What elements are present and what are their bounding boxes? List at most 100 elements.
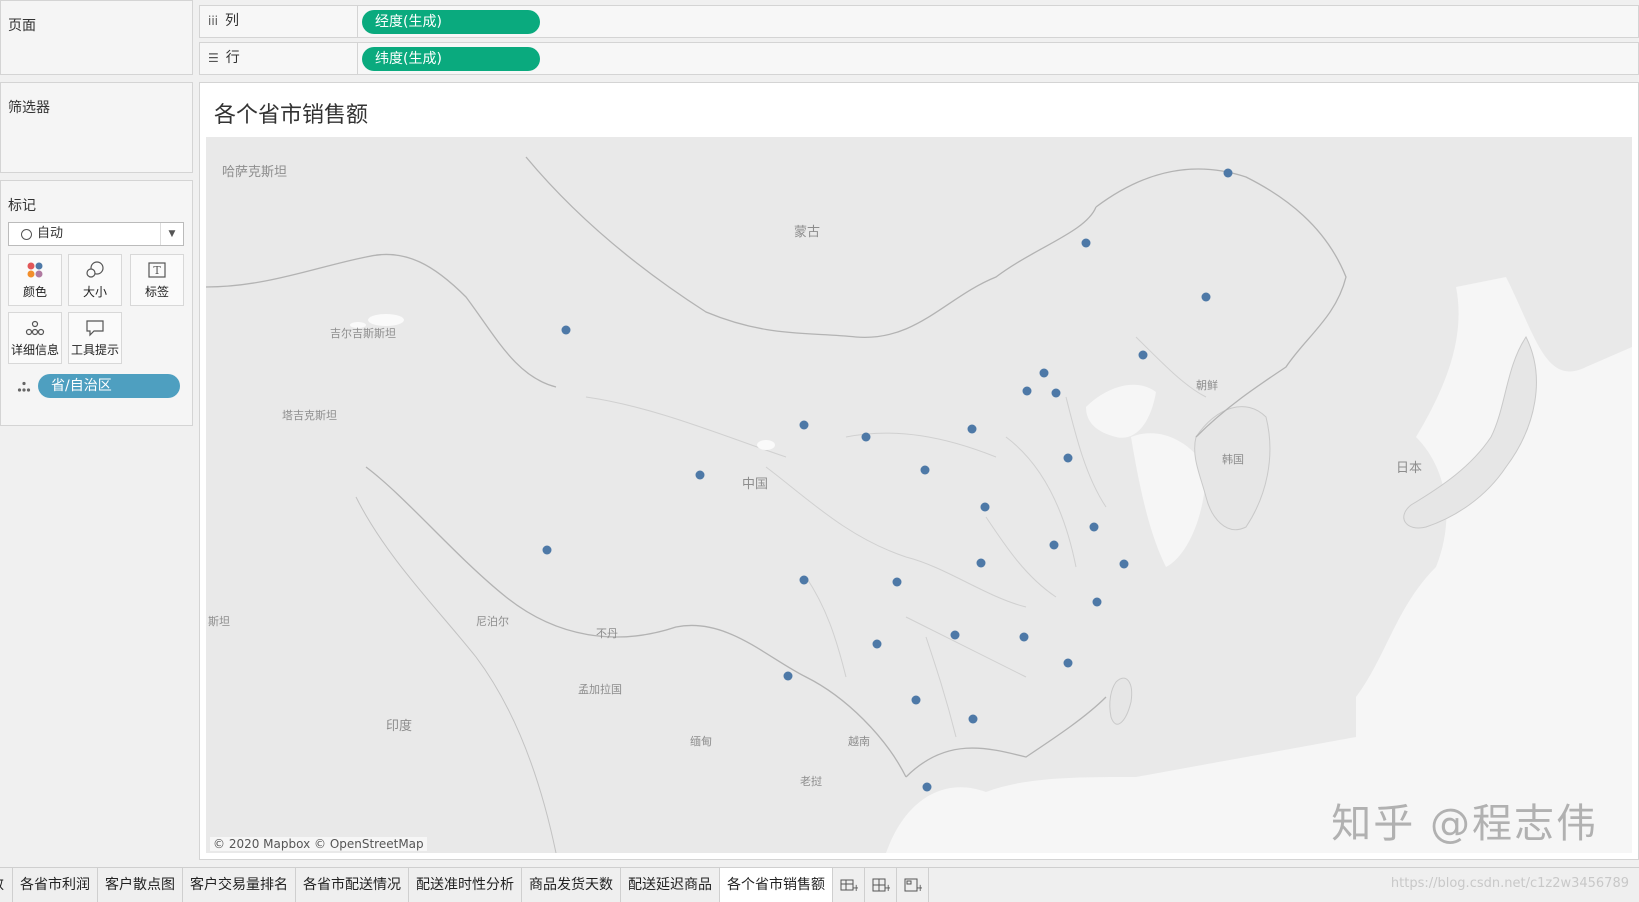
map[interactable]: 哈萨克斯坦 蒙古 吉尔吉斯斯坦 塔吉克斯坦 中国 朝鲜 韩国 日本 尼泊尔 不丹… (206, 137, 1632, 853)
border-india (355, 496, 557, 853)
province-point[interactable] (1138, 350, 1148, 360)
map-attribution[interactable]: © 2020 Mapbox © OpenStreetMap (210, 837, 427, 851)
sheet-tab-active[interactable]: 各个省市销售额 (720, 868, 833, 902)
sheet-tab[interactable]: 各省市利润 (13, 868, 98, 902)
sheet-tab-bar: 数 各省市利润 客户散点图 客户交易量排名 各省市配送情况 配送准时性分析 商品… (0, 867, 1639, 902)
mark-type-value: 自动 (37, 226, 64, 241)
sheet-tab[interactable]: 各省市配送情况 (296, 868, 409, 902)
province-point[interactable] (1081, 238, 1091, 248)
province-point[interactable] (1063, 453, 1073, 463)
color-icon (9, 255, 61, 281)
province-lines-a (585, 396, 1077, 678)
columns-shelf-label: iii 列 (200, 6, 358, 37)
mark-type-dropdown[interactable]: 自动 ▼ (8, 222, 184, 246)
province-point[interactable] (1201, 292, 1211, 302)
province-point[interactable] (920, 465, 930, 475)
map-label: 韩国 (1222, 453, 1244, 466)
svg-text:+: + (884, 883, 890, 893)
map-label: 缅甸 (690, 735, 712, 748)
new-dashboard-icon[interactable]: + (865, 868, 897, 902)
map-label: 朝鲜 (1196, 379, 1218, 392)
province-point[interactable] (967, 424, 977, 434)
province-point[interactable] (1051, 388, 1061, 398)
sea-east (1356, 277, 1632, 853)
sheet-tab[interactable]: 客户交易量排名 (183, 868, 296, 902)
map-label: 越南 (848, 735, 870, 748)
detail-label: 详细信息 (10, 343, 59, 357)
circle-icon (21, 229, 32, 240)
province-point[interactable] (799, 420, 809, 430)
filters-title: 筛选器 (8, 100, 50, 116)
svg-text:+: + (852, 883, 858, 893)
province-point[interactable] (968, 714, 978, 724)
columns-label: 列 (225, 13, 240, 29)
filters-card[interactable]: 筛选器 (0, 82, 193, 173)
border-mongolia (525, 156, 1097, 338)
map-label: 斯坦 (208, 615, 230, 628)
map-canvas (206, 156, 1632, 853)
map-label: 塔吉克斯坦 (282, 409, 337, 422)
province-point[interactable] (1019, 632, 1029, 642)
province-point[interactable] (911, 695, 921, 705)
label-icon: T (131, 255, 183, 281)
province-field-pill[interactable]: 省/自治区 (38, 374, 180, 398)
svg-text:+: + (916, 883, 922, 893)
tooltip-label: 工具提示 (70, 343, 119, 357)
province-point[interactable] (799, 575, 809, 585)
sheet-tab[interactable]: 商品发货天数 (522, 868, 621, 902)
bohai-sea (1086, 384, 1156, 438)
columns-shelf[interactable]: iii 列 经度(生成) (199, 5, 1639, 38)
map-label: 中国 (742, 477, 769, 492)
province-point[interactable] (976, 558, 986, 568)
province-point[interactable] (892, 577, 902, 587)
sheet-tab[interactable]: 客户散点图 (98, 868, 183, 902)
sheet-title: 各个省市销售额 (214, 103, 369, 128)
columns-icon: iii (208, 14, 219, 28)
province-point[interactable] (1022, 386, 1032, 396)
province-point[interactable] (1039, 368, 1049, 378)
map-label: 孟加拉国 (578, 683, 622, 696)
province-point[interactable] (872, 639, 882, 649)
sheet-tab[interactable]: 配送延迟商品 (621, 868, 720, 902)
chevron-down-icon[interactable]: ▼ (160, 223, 183, 245)
pages-title: 页面 (8, 18, 36, 34)
province-point[interactable] (1092, 597, 1102, 607)
sheet-tab[interactable]: 数 (0, 868, 13, 902)
label-button[interactable]: T 标签 (130, 254, 184, 306)
province-point[interactable] (1119, 559, 1129, 569)
sheet-tabs: 数 各省市利润 客户散点图 客户交易量排名 各省市配送情况 配送准时性分析 商品… (0, 868, 929, 902)
rows-icon: ☰ (208, 51, 219, 65)
pages-card: 页面 (0, 0, 193, 75)
province-point[interactable] (861, 432, 871, 442)
province-point[interactable] (980, 502, 990, 512)
sheet-tab[interactable]: 配送准时性分析 (409, 868, 522, 902)
province-point[interactable] (1223, 168, 1233, 178)
svg-text:T: T (153, 264, 161, 277)
latitude-pill[interactable]: 纬度(生成) (362, 47, 540, 71)
province-point[interactable] (1089, 522, 1099, 532)
province-point[interactable] (1063, 658, 1073, 668)
rows-shelf-label: ☰ 行 (200, 43, 358, 74)
longitude-pill[interactable]: 经度(生成) (362, 10, 540, 34)
new-story-icon[interactable]: + (897, 868, 929, 902)
rows-shelf[interactable]: ☰ 行 纬度(生成) (199, 42, 1639, 75)
tooltip-button[interactable]: 工具提示 (68, 312, 122, 364)
new-worksheet-icon[interactable]: + (833, 868, 865, 902)
map-label: 哈萨克斯坦 (222, 165, 288, 180)
detail-icon (9, 313, 61, 339)
detail-type-icon (17, 378, 31, 397)
province-point[interactable] (922, 782, 932, 792)
province-point[interactable] (1049, 540, 1059, 550)
province-point[interactable] (783, 671, 793, 681)
marks-title: 标记 (8, 198, 36, 214)
url-watermark: https://blog.csdn.net/c1z2w3456789 (1390, 876, 1629, 891)
map-label: 老挝 (800, 775, 822, 788)
size-button[interactable]: 大小 (68, 254, 122, 306)
detail-button[interactable]: 详细信息 (8, 312, 62, 364)
province-point[interactable] (695, 470, 705, 480)
province-point[interactable] (542, 545, 552, 555)
rows-label: 行 (225, 50, 240, 66)
province-point[interactable] (950, 630, 960, 640)
province-point[interactable] (561, 325, 571, 335)
color-button[interactable]: 颜色 (8, 254, 62, 306)
